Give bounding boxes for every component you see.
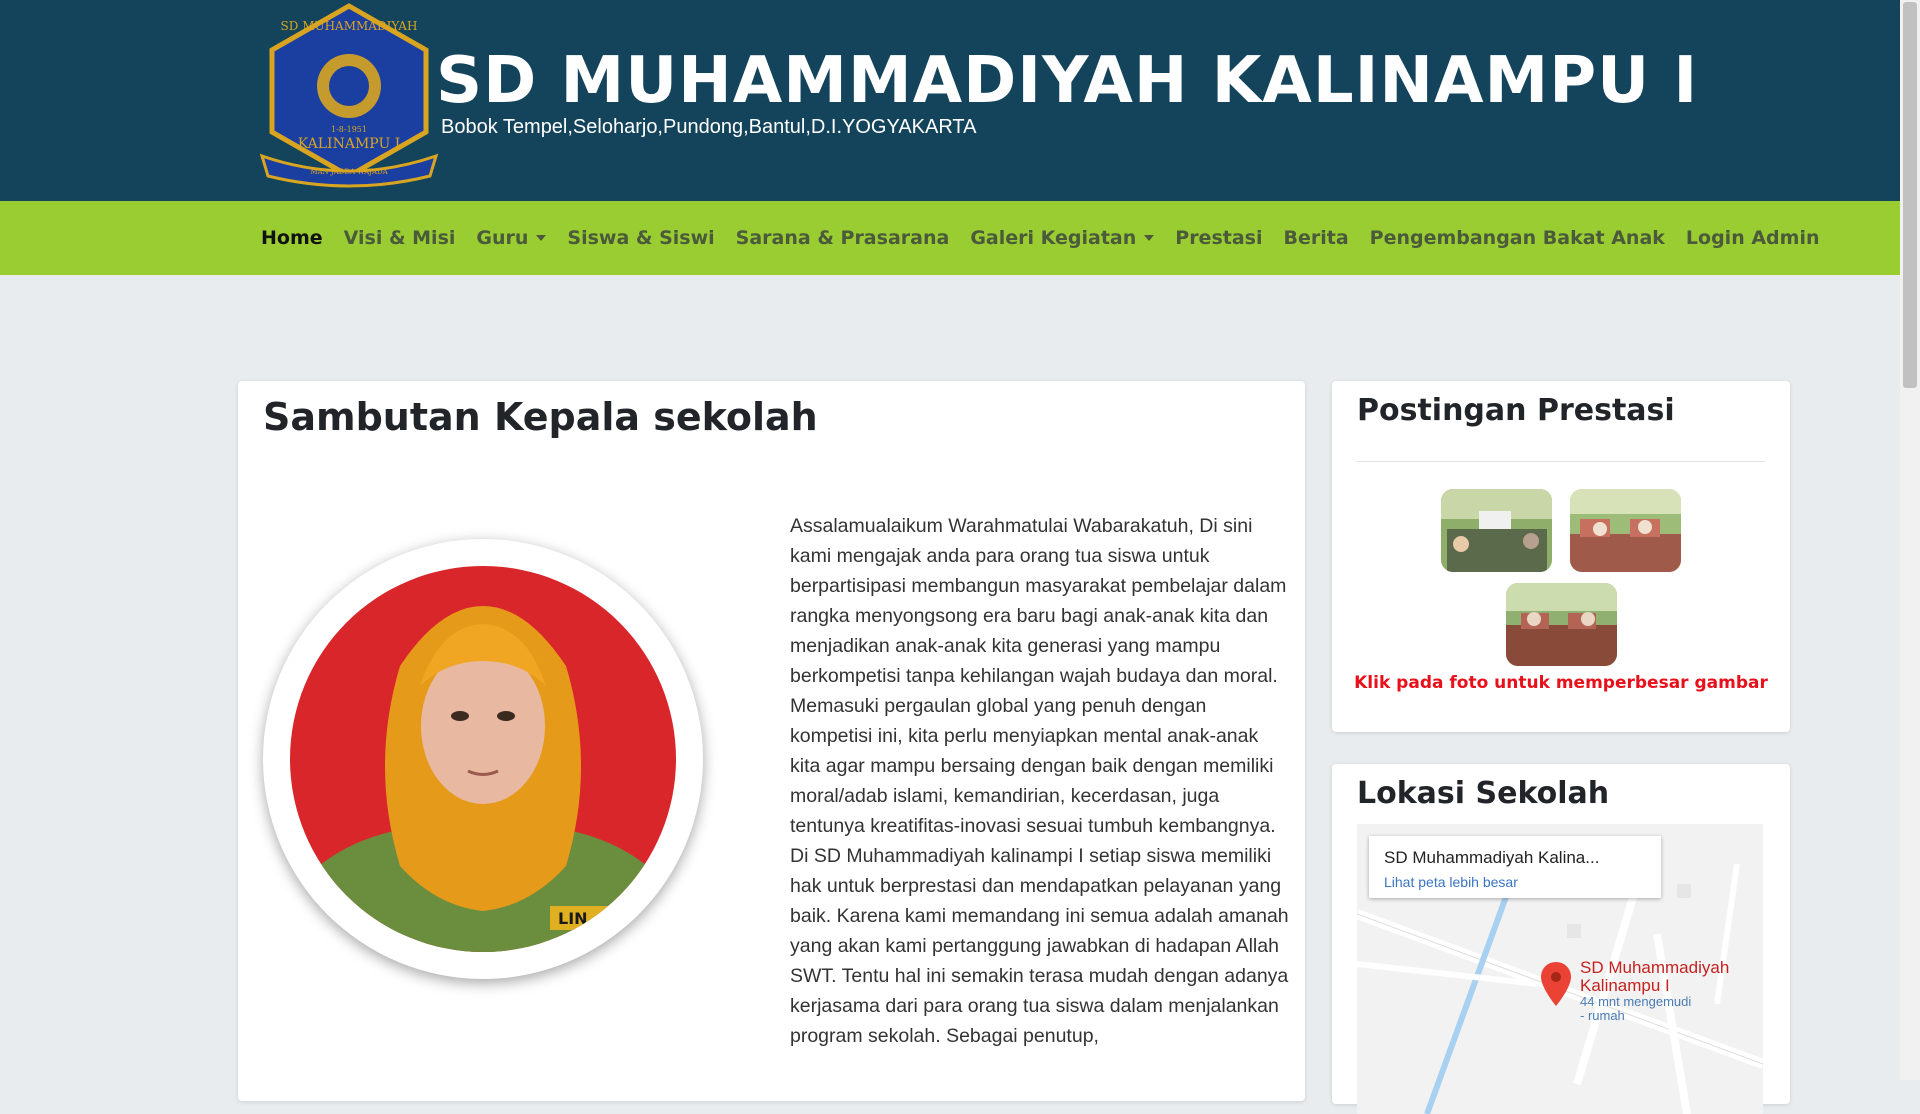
nav-item-label: Sarana & Prasarana [735,227,950,249]
nav-item-siswa-and-siswi[interactable]: Siswa & Siswi [567,227,714,249]
divider [1357,461,1765,462]
nav-item-label: Login Admin [1685,227,1820,249]
nav-item-pengembangan-bakat-anak[interactable]: Pengembangan Bakat Anak [1370,227,1665,249]
nav-item-label: Siswa & Siswi [567,227,715,249]
principal-photo-frame: LIN [263,539,703,979]
map-pin-icon[interactable] [1541,962,1571,1006]
nav-item-label: Pengembangan Bakat Anak [1369,227,1665,249]
nav-list: Home Visi & Misi Guru Siswa & Siswi Sarana &… [261,201,1840,275]
nav-item-berita[interactable]: Berita [1283,227,1348,249]
achievement-title: Postingan Prestasi [1357,393,1675,428]
nav-item-label: Home [261,227,323,249]
site-address: Bobok Tempel,Seloharjo,Pundong,Bantul,D.… [441,116,977,138]
map-info-box: SD Muhammadiyah Kalina... Lihat peta leb… [1369,836,1661,898]
nav-item-label: Prestasi [1175,227,1263,249]
map-distance: 44 mnt mengemudi [1580,994,1692,1009]
svg-text:SD MUHAMMADIYAH: SD MUHAMMADIYAH [281,19,418,33]
location-card: Lokasi Sekolah SD Muhammadiyah Kalina...… [1332,764,1790,1114]
achievement-photo-thumb[interactable] [1570,489,1681,572]
welcome-title: Sambutan Kepala sekolah [263,395,818,439]
nav-item-sarana-and-prasarana[interactable]: Sarana & Prasarana [736,227,950,249]
svg-text:1-8-1951: 1-8-1951 [331,125,367,134]
nav-item-label: Guru [476,227,529,249]
nav-item-label: Visi & Misi [343,227,456,249]
achievement-photo-thumb[interactable] [1506,583,1617,666]
school-logo[interactable]: SD MUHAMMADIYAH 1-8-1951 KALINAMPU I MAN… [254,0,444,190]
chevron-down-icon [1144,235,1155,241]
nav-item-visi-and-misi[interactable]: Visi & Misi [344,227,456,249]
map-marker-label: Kalinampu I [1580,976,1670,995]
main-navbar: Home Visi & Misi Guru Siswa & Siswi Sarana &… [0,201,1900,275]
nav-item-home[interactable]: Home [261,227,323,249]
map-distance: - rumah [1580,1008,1625,1023]
svg-text:LIN: LIN [558,909,588,928]
svg-text:KALINAMPU I: KALINAMPU I [298,136,400,152]
achievement-card: Postingan Prestasi Klik pada foto untuk … [1332,381,1790,732]
welcome-card: Sambutan Kepala sekolah LIN Assalamualai… [238,381,1305,1101]
embedded-map[interactable]: SD Muhammadiyah Kalina... Lihat peta leb… [1357,824,1763,1114]
view-larger-map-link[interactable]: Lihat peta lebih besar [1384,874,1518,890]
map-place-name: SD Muhammadiyah Kalina... [1384,848,1600,867]
map-marker-label: SD Muhammadiyah [1580,958,1730,977]
achievement-photo-thumb[interactable] [1441,489,1552,572]
nav-item-login-admin[interactable]: Login Admin [1686,227,1820,249]
page-scrollbar[interactable] [1900,0,1920,1080]
scrollbar-thumb[interactable] [1903,2,1917,388]
principal-photo: LIN [290,566,676,952]
chevron-down-icon [536,235,547,241]
nav-item-label: Berita [1283,227,1349,249]
location-title: Lokasi Sekolah [1357,776,1610,811]
nav-item-guru[interactable]: Guru [476,227,547,249]
welcome-message: Assalamualaikum Warahmatulai Wabarakatuh… [790,515,1289,1047]
nav-item-prestasi[interactable]: Prestasi [1175,227,1262,249]
nav-item-galeri-kegiatan[interactable]: Galeri Kegiatan [970,227,1155,249]
svg-text:MAN JADDA WAJADA: MAN JADDA WAJADA [310,168,388,176]
site-header: SD MUHAMMADIYAH 1-8-1951 KALINAMPU I MAN… [0,0,1900,201]
enlarge-photo-hint: Klik pada foto untuk memperbesar gambar [1354,673,1768,693]
nav-item-label: Galeri Kegiatan [970,227,1137,249]
site-title: SD MUHAMMADIYAH KALINAMPU I [436,44,1699,118]
